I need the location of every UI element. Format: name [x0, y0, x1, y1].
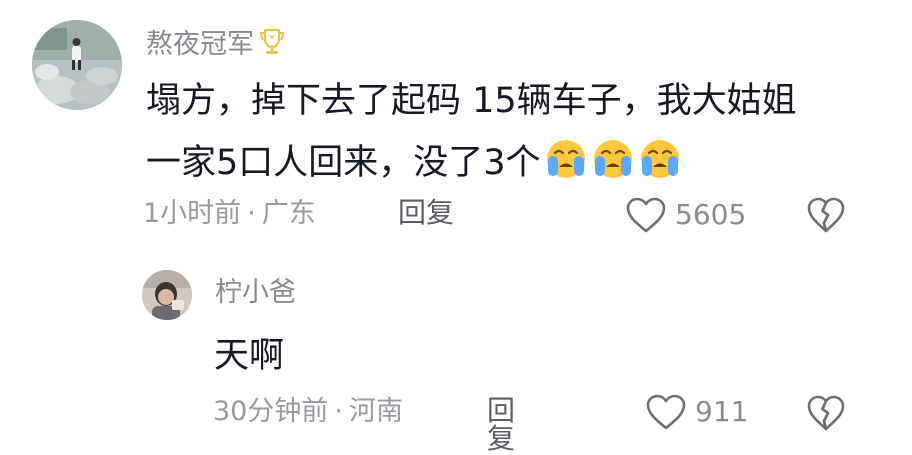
meta-separator: · [247, 198, 256, 229]
heart-icon [646, 394, 686, 430]
comment-text-line: 一家5口人回来，没了3个 [146, 143, 541, 183]
reply-button[interactable]: 回复 [487, 397, 515, 453]
username-text[interactable]: 熬夜冠军 [146, 29, 254, 60]
dislike-button[interactable] [806, 196, 846, 234]
comment-username[interactable]: 熬夜冠军 [146, 27, 286, 58]
comment-text-line: 天啊 [214, 336, 285, 376]
meta-separator: · [334, 396, 343, 427]
comment-text-line-with-emoji: 一家5口人回来，没了3个 [146, 132, 797, 202]
avatar-photo-icon [32, 20, 122, 110]
comment-time: 30分钟前 [213, 396, 329, 427]
dislike-button[interactable] [806, 394, 846, 432]
reply-meta: 30分钟前 · 河南 [213, 398, 403, 425]
heart-icon [626, 197, 666, 233]
like-button[interactable]: 5605 [625, 196, 746, 234]
broken-heart-icon [807, 395, 845, 431]
comment-text: 塌方，掉下去了起码 15辆车子，我大姑姐 一家5口人回来，没了3个 [146, 70, 797, 202]
avatar-photo-icon [142, 270, 192, 320]
comment-meta: 1小时前 · 广东 [143, 200, 316, 227]
reply-button[interactable]: 回复 [398, 199, 454, 227]
loudly-crying-face-icon [640, 140, 679, 178]
loudly-crying-face-icon [593, 140, 632, 178]
like-button[interactable]: 911 [645, 393, 748, 431]
comment-item: 熬夜冠军 塌方，掉下去了起码 15辆车子，我大姑姐 一家5口人回来，没了3个 1… [0, 0, 912, 250]
reply-text: 天啊 [214, 325, 284, 387]
comment-location: 广东 [261, 198, 316, 229]
avatar[interactable] [32, 20, 122, 110]
like-count: 5605 [675, 198, 747, 231]
comment-text-line: 塌方，掉下去了起码 15辆车子，我大姑姐 [146, 81, 797, 121]
comment-time: 1小时前 [143, 198, 242, 229]
loudly-crying-face-icon [546, 140, 585, 178]
reply-username[interactable]: 柠小爸 [215, 279, 296, 306]
emoji-row [543, 136, 684, 202]
trophy-icon [258, 27, 286, 57]
like-count: 911 [695, 395, 749, 428]
avatar[interactable] [142, 270, 192, 320]
comment-location: 河南 [348, 396, 403, 427]
broken-heart-icon [807, 197, 845, 233]
